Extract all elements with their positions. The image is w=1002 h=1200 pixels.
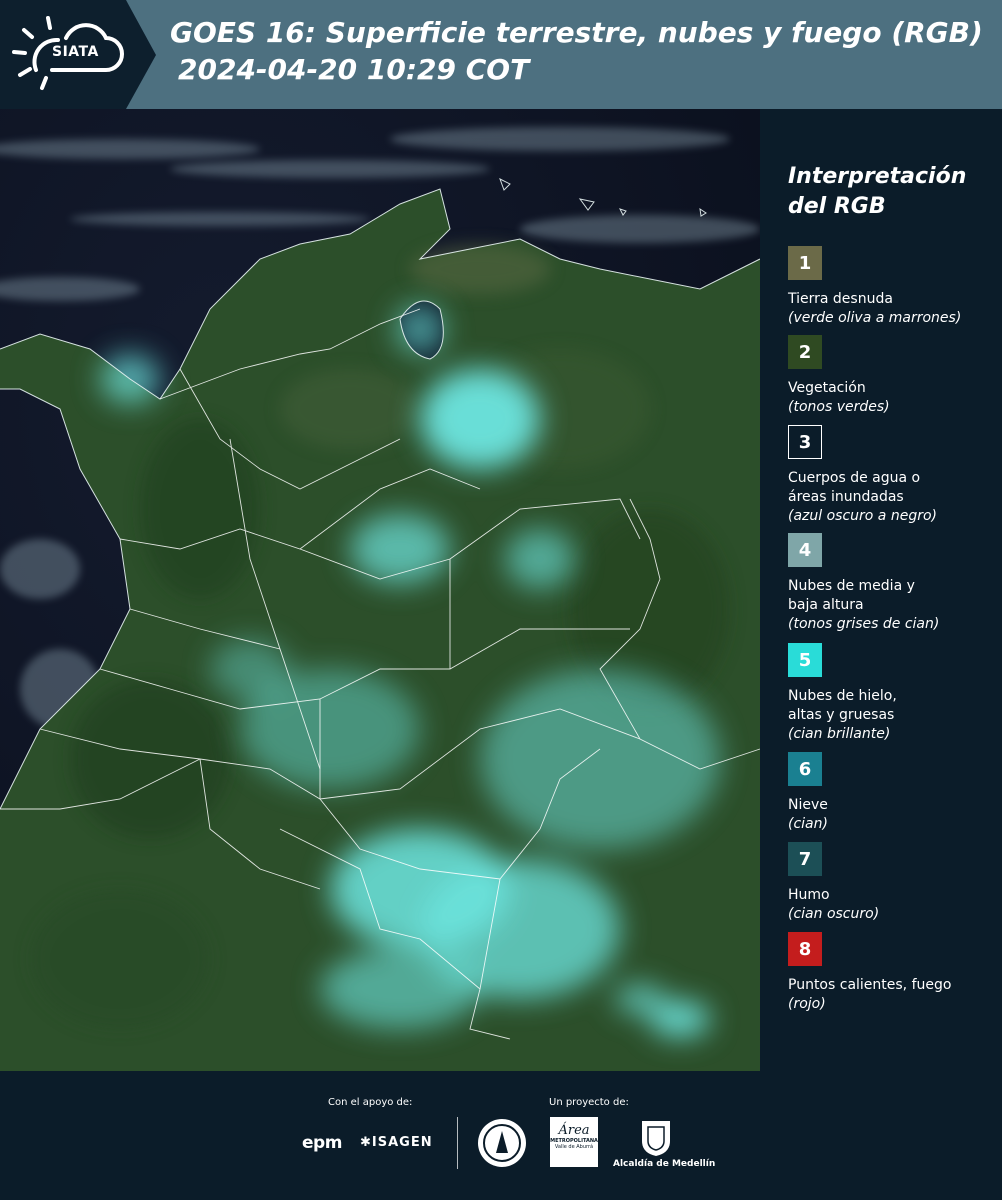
legend-swatch: 2 bbox=[788, 335, 822, 369]
legend-item: 7 Humo (cian oscuro) bbox=[788, 842, 998, 924]
legend-item-label: Humo bbox=[788, 887, 830, 903]
epm-logo: epm bbox=[302, 1133, 342, 1153]
legend-swatch: 7 bbox=[788, 842, 822, 876]
legend-title-line-2: del RGB bbox=[788, 194, 886, 219]
legend-item-note: (cian brillante) bbox=[788, 726, 891, 742]
seal-logo bbox=[478, 1119, 526, 1167]
legend-swatch: 5 bbox=[788, 643, 822, 677]
support-label: Con el apoyo de: bbox=[328, 1097, 413, 1108]
siata-logo: SIATA bbox=[0, 0, 156, 109]
legend-item-label: Vegetación bbox=[788, 380, 866, 396]
legend-item-note: (tonos verdes) bbox=[788, 399, 890, 415]
legend-item-note: (cian oscuro) bbox=[788, 906, 880, 922]
project-label: Un proyecto de: bbox=[549, 1097, 629, 1108]
footer: Con el apoyo de: Un proyecto de: epm ✱IS… bbox=[0, 1071, 1002, 1200]
title-line-2: 2024-04-20 10:29 COT bbox=[178, 53, 530, 86]
legend-item-label: Nieve bbox=[788, 797, 828, 813]
satellite-map bbox=[0, 109, 760, 1071]
legend-title-line-1: Interpretación bbox=[788, 164, 967, 189]
legend-item: 5 Nubes de hielo, altas y gruesas (cian … bbox=[788, 643, 998, 744]
isagen-logo-text: ISAGEN bbox=[371, 1135, 433, 1150]
siata-logo-text: SIATA bbox=[52, 44, 99, 60]
legend-item-note: (rojo) bbox=[788, 996, 826, 1012]
legend-item: 1 Tierra desnuda (verde oliva a marrones… bbox=[788, 246, 998, 328]
legend-item: 2 Vegetación (tonos verdes) bbox=[788, 335, 998, 417]
legend-swatch: 3 bbox=[788, 425, 822, 459]
legend-item: 6 Nieve (cian) bbox=[788, 752, 998, 834]
legend-swatch: 6 bbox=[788, 752, 822, 786]
legend-swatch: 1 bbox=[788, 246, 822, 280]
legend-item-note: (tonos grises de cian) bbox=[788, 616, 940, 632]
page-title: GOES 16: Superficie terrestre, nubes y f… bbox=[170, 14, 983, 88]
legend-item-note: (verde oliva a marrones) bbox=[788, 310, 962, 326]
legend-item-note: (cian) bbox=[788, 816, 828, 832]
metropolitana-logo-line-3: Valle de Aburrá bbox=[554, 1144, 594, 1150]
title-line-1: GOES 16: Superficie terrestre, nubes y f… bbox=[170, 16, 983, 49]
legend-item: 4 Nubes de media y baja altura (tonos gr… bbox=[788, 533, 998, 634]
legend-item-label: Cuerpos de agua o áreas inundadas bbox=[788, 470, 921, 505]
legend-item-label: Nubes de hielo, altas y gruesas bbox=[788, 688, 897, 723]
legend-swatch: 8 bbox=[788, 932, 822, 966]
isagen-icon: ✱ bbox=[360, 1135, 372, 1150]
legend-item-label: Tierra desnuda bbox=[788, 291, 893, 307]
metropolitana-logo-line-1: Área bbox=[558, 1123, 590, 1138]
map-image bbox=[0, 109, 760, 1071]
legend-item-label: Puntos calientes, fuego bbox=[788, 977, 952, 993]
legend-item-note: (azul oscuro a negro) bbox=[788, 508, 937, 524]
legend-swatch: 4 bbox=[788, 533, 822, 567]
legend-panel: Interpretación del RGB 1 Tierra desnuda … bbox=[775, 109, 1002, 1071]
metropolitana-logo: Área METROPOLITANA Valle de Aburrá bbox=[550, 1117, 598, 1167]
legend-item: 8 Puntos calientes, fuego (rojo) bbox=[788, 932, 998, 1014]
header-bar: SIATA GOES 16: Superficie terrestre, nub… bbox=[0, 0, 1002, 109]
legend-title: Interpretación del RGB bbox=[788, 162, 966, 222]
isagen-logo: ✱ISAGEN bbox=[360, 1135, 433, 1150]
legend-item-label: Nubes de media y baja altura bbox=[788, 578, 915, 613]
footer-divider bbox=[457, 1117, 458, 1169]
medellin-logo-text: Alcaldía de Medellín bbox=[613, 1159, 716, 1169]
legend-item: 3 Cuerpos de agua o áreas inundadas (azu… bbox=[788, 425, 998, 526]
medellin-shield-icon bbox=[642, 1121, 670, 1156]
